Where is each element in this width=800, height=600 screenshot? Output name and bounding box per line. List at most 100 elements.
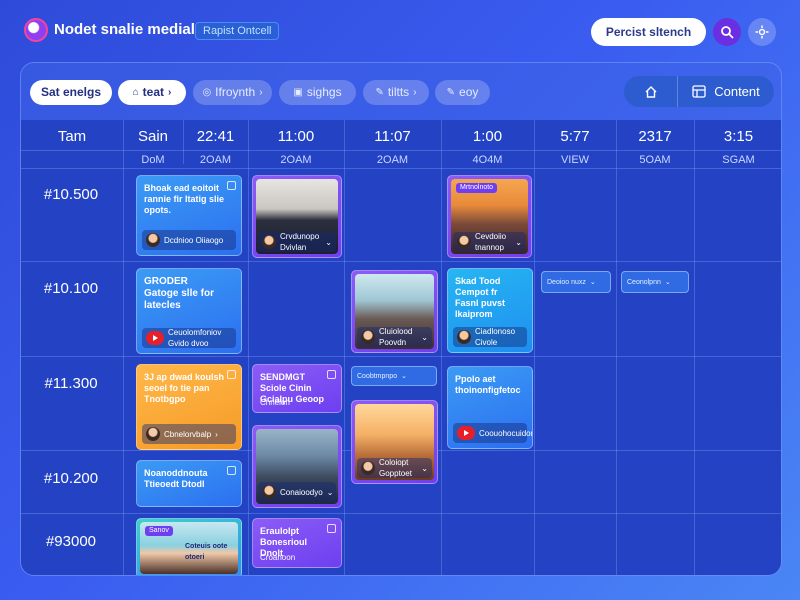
- select-icon[interactable]: [227, 181, 236, 190]
- pen-icon: ✎: [375, 87, 384, 98]
- app-logo: [24, 18, 48, 42]
- chevron-down-icon[interactable]: ⌄: [421, 332, 428, 343]
- search-button[interactable]: Percist sltench: [591, 18, 706, 46]
- post-footer: Cluiolood Poovdn ⌄: [357, 327, 432, 347]
- grid-divider: [21, 150, 781, 151]
- scheduled-pill[interactable]: Ceonolpnn ⌄: [621, 271, 689, 293]
- grid-divider: [21, 356, 781, 357]
- grid-divider: [534, 120, 535, 575]
- post-author: Cbnelorvbalp: [164, 429, 212, 439]
- column-header[interactable]: 22:41: [183, 128, 248, 145]
- post-caption: Noanoddnouta Ttieoedt Dtodl: [144, 468, 208, 489]
- post-card[interactable]: GRODER Gatoge slle for latecles Ceuolomf…: [136, 268, 242, 354]
- post-author: Cevdoiio tnannop: [475, 232, 507, 252]
- filter-chip-tiltts[interactable]: ✎ tiltts ›: [363, 80, 429, 105]
- post-author: Cluiolood Poovdn: [379, 327, 413, 347]
- filter-chip-sighgs[interactable]: ▣ sighgs: [279, 80, 356, 105]
- title-badge[interactable]: Rapist Ontcell: [195, 22, 280, 40]
- column-subheader: 2OAM: [376, 154, 409, 166]
- settings-button[interactable]: [748, 18, 776, 46]
- column-header[interactable]: 11:00: [248, 128, 344, 145]
- filter-chip-sat[interactable]: Sat enelgs: [30, 80, 112, 105]
- post-card[interactable]: Skad Tood Cempot fr Fasnl puvst Ikaiprom…: [447, 268, 533, 353]
- chevron-down-icon[interactable]: ⌄: [515, 237, 522, 248]
- column-header[interactable]: 5:77: [534, 128, 616, 145]
- post-caption: GRODER Gatoge slle for latecles: [144, 276, 215, 311]
- column-subheader: 2OAM: [199, 154, 232, 166]
- chip-label: teat: [142, 85, 165, 99]
- select-icon[interactable]: [327, 370, 336, 379]
- scheduled-pill[interactable]: Coobtmpnpo ⌄: [351, 366, 437, 386]
- post-card[interactable]: Ppolo aet thoinonfigfetoc Coouohocuidonb…: [447, 366, 533, 449]
- post-card[interactable]: 3J ap dwad koulsh seoel fo tie pan Tnotb…: [136, 364, 242, 450]
- grid-divider: [248, 120, 249, 575]
- post-card[interactable]: Eraulolpt Bonesrioul Dnolt Croanoon: [252, 518, 342, 568]
- chevron-down-icon[interactable]: ⌄: [325, 237, 332, 248]
- post-caption: Coteuis oote otoeri: [185, 543, 228, 561]
- post-card-image[interactable]: Sanov Coteuis oote otoeri: [136, 518, 242, 575]
- chevron-right-icon: ›: [168, 87, 172, 98]
- column-subheader: SGAM: [722, 154, 755, 166]
- content-button[interactable]: Content: [678, 76, 774, 107]
- post-card-image[interactable]: Coloiopt Gopptoet ⌄: [351, 400, 438, 484]
- search-icon-button[interactable]: [713, 18, 741, 46]
- home-button[interactable]: [624, 76, 678, 107]
- chevron-down-icon: ⌄: [589, 279, 596, 286]
- avatar: [457, 330, 471, 344]
- post-card[interactable]: Noanoddnouta Ttieoedt Dtodl: [136, 460, 242, 507]
- row-label: #93000: [45, 533, 97, 550]
- select-icon[interactable]: [327, 524, 336, 533]
- chip-label: Ifroynth: [215, 85, 256, 99]
- chevron-down-icon: ⌄: [664, 279, 671, 286]
- post-footer: Coloiopt Gopptoet ⌄: [357, 458, 432, 478]
- post-author: Ceuolomfoniov Gvido dvoo: [168, 328, 222, 348]
- grid-divider: [21, 168, 781, 169]
- row-label: #10.500: [43, 186, 99, 203]
- content-label: Content: [714, 84, 760, 99]
- avatar: [262, 485, 276, 499]
- grid-divider: [21, 513, 781, 514]
- post-card-image[interactable]: Cluiolood Poovdn ⌄: [351, 270, 438, 353]
- grid-divider: [616, 120, 617, 575]
- pill-label: Deoioo nuxz: [547, 278, 586, 286]
- post-tag: Mrtnolnoto: [456, 183, 498, 193]
- post-card[interactable]: Bhoak ead eoitoit rannie fir Itatig slie…: [136, 175, 242, 256]
- select-icon[interactable]: [227, 466, 236, 475]
- chevron-down-icon[interactable]: ⌄: [327, 487, 334, 498]
- post-card-image[interactable]: Mrtnolnoto Cevdoiio tnannop ⌄: [447, 175, 532, 258]
- post-footer: Coouohocuidonbrnovo ⌄: [453, 423, 532, 443]
- gear-icon: [755, 25, 769, 39]
- chevron-down-icon[interactable]: ⌄: [421, 463, 428, 474]
- chevron-down-icon: ⌄: [401, 373, 407, 380]
- grid-divider: [21, 261, 781, 262]
- post-card-image[interactable]: Crvdunopo Dvivlan ⌄: [252, 175, 342, 258]
- filter-chip-ifroynth[interactable]: ◎ Ifroynth ›: [193, 80, 272, 105]
- schedule-grid: Tam Sain 22:41 11:00 11:07 1:00 5:77 231…: [21, 120, 781, 575]
- post-card-image[interactable]: Conaioodyo ⌄: [252, 425, 342, 508]
- post-card[interactable]: SENDMGT Sciole Cinin Gcialpu Geoop Cnnel…: [252, 364, 342, 413]
- column-header[interactable]: 2317: [616, 128, 694, 145]
- column-header[interactable]: Sain: [123, 128, 183, 145]
- home-icon: [645, 85, 656, 98]
- grid-divider: [694, 120, 695, 575]
- filter-chip-teat[interactable]: ⌂ teat ›: [118, 80, 186, 105]
- grid-divider: [441, 120, 442, 575]
- column-header[interactable]: 1:00: [441, 128, 534, 145]
- avatar: [361, 330, 375, 344]
- content-button-group: Content: [624, 76, 774, 107]
- post-footer: Ciadlonoso Civole: [453, 327, 527, 347]
- column-subheader: 2OAM: [280, 154, 312, 166]
- scheduled-pill[interactable]: Deoioo nuxz ⌄: [541, 271, 611, 293]
- chevron-right-icon[interactable]: ›: [215, 429, 218, 440]
- post-footer: Cevdoiio tnannop ⌄: [453, 232, 526, 252]
- column-header[interactable]: 11:07: [344, 128, 441, 145]
- top-bar: Nodet snalie medial Rapist Ontcell Perci…: [0, 0, 800, 60]
- post-footer: Dcdnioo Oiiaogo: [142, 230, 236, 250]
- post-author: Dcdnioo Oiiaogo: [164, 235, 224, 245]
- post-tag: Sanov: [145, 526, 173, 536]
- select-icon[interactable]: [227, 370, 236, 379]
- column-subheader: 4O4M: [472, 154, 503, 166]
- filter-chip-eoy[interactable]: ✎ eoy: [435, 80, 490, 105]
- column-header[interactable]: 3:15: [694, 128, 781, 145]
- chip-label: sighgs: [306, 85, 342, 99]
